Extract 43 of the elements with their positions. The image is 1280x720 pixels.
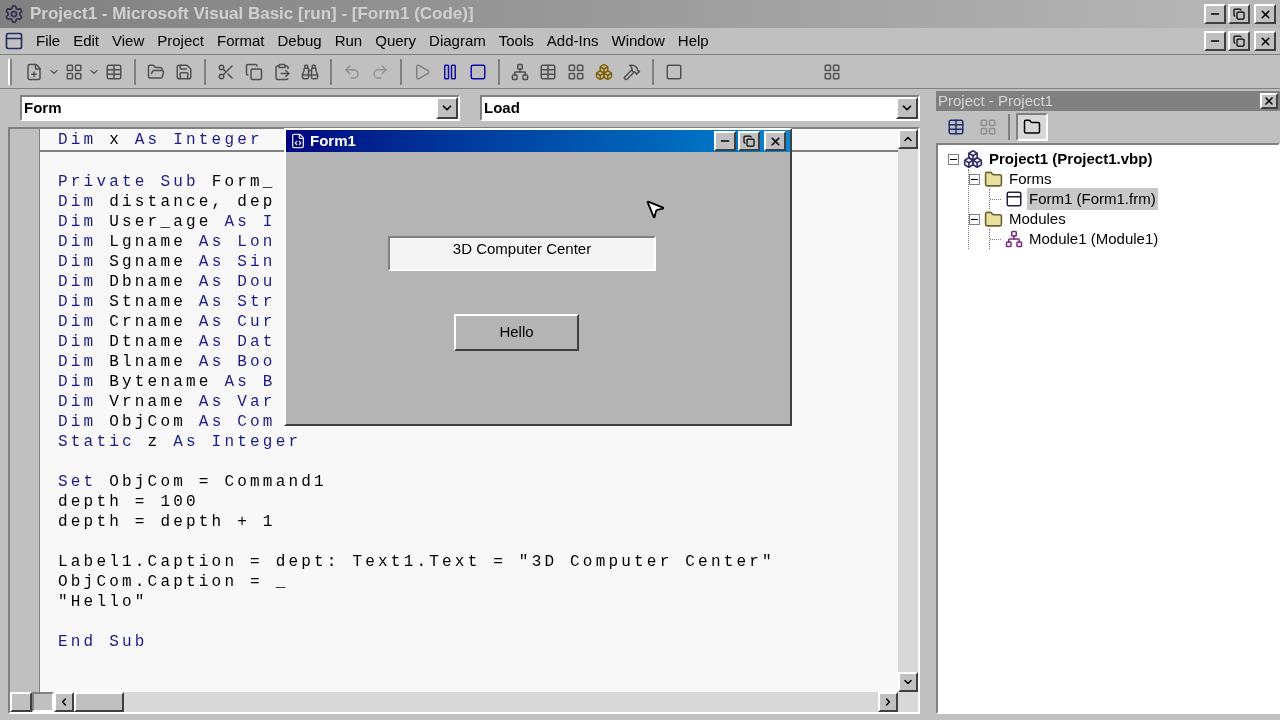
code-line: Dim Lgname As Lon <box>57 232 276 252</box>
hello-button[interactable]: Hello <box>454 314 579 351</box>
panel-title: Project - Project1 <box>938 90 1055 111</box>
code-line: Dim Vrname As Var <box>57 392 276 412</box>
menu-item[interactable]: Query <box>369 29 423 53</box>
menu-item[interactable]: Tools <box>492 29 540 53</box>
code-line: ObjCom.Caption = _ <box>57 572 289 592</box>
code-line: depth = depth + 1 <box>57 512 276 532</box>
code-line: Dim Stname As Str <box>57 292 276 312</box>
menu-item[interactable]: Format <box>210 29 271 53</box>
menu-item[interactable]: File <box>30 29 67 53</box>
code-line: Static z As Integer <box>57 432 302 452</box>
code-line: Dim Blname As Boo <box>57 352 276 372</box>
code-line: Dim Crname As Cur <box>57 312 276 332</box>
code-line: Dim ObjCom As Com <box>57 412 276 432</box>
window-title: Project1 - Microsoft Visual Basic [run] - [Form1 (Code)] <box>30 3 475 26</box>
menu-item[interactable]: Diagram <box>423 29 492 53</box>
object-combo[interactable]: Form <box>20 95 460 121</box>
menu-item[interactable]: Project <box>151 29 210 53</box>
code-line: Dim Dtname As Dat <box>57 332 276 352</box>
code-line: "Hello" <box>57 592 148 612</box>
code-line: Label1.Caption = dept: Text1.Text = "3D Computer Center" <box>57 552 775 572</box>
code-line: Set ObjCom = Command1 <box>57 472 327 492</box>
menu-item[interactable]: Run <box>328 29 369 53</box>
object-combo[interactable]: Load <box>480 95 920 121</box>
code-line: Dim User_age As I <box>57 212 276 232</box>
menu-item[interactable]: Help <box>671 29 715 53</box>
menu-item[interactable]: Debug <box>271 29 328 53</box>
menu-item[interactable]: Edit <box>67 29 106 53</box>
code-line: Dim distance, dep <box>57 192 276 212</box>
code-line: End Sub <box>57 632 148 652</box>
menu-item[interactable]: View <box>106 29 151 53</box>
text-field[interactable]: 3D Computer Center <box>388 236 656 271</box>
code-line: Private Sub Form_ <box>57 172 276 192</box>
form-title: Form1 <box>310 130 357 151</box>
code-line: Dim x As Integer <box>57 130 263 150</box>
tree-item[interactable]: Form1 (Form1.frm) <box>1027 187 1158 211</box>
menu-item[interactable]: Window <box>605 29 671 53</box>
code-line: Dim Sgname As Sin <box>57 252 276 272</box>
menu-item[interactable]: Add-Ins <box>540 29 605 53</box>
code-line: Dim Dbname As Dou <box>57 272 276 292</box>
code-line: Dim Bytename As B <box>57 372 276 392</box>
code-line: depth = 100 <box>57 492 199 512</box>
